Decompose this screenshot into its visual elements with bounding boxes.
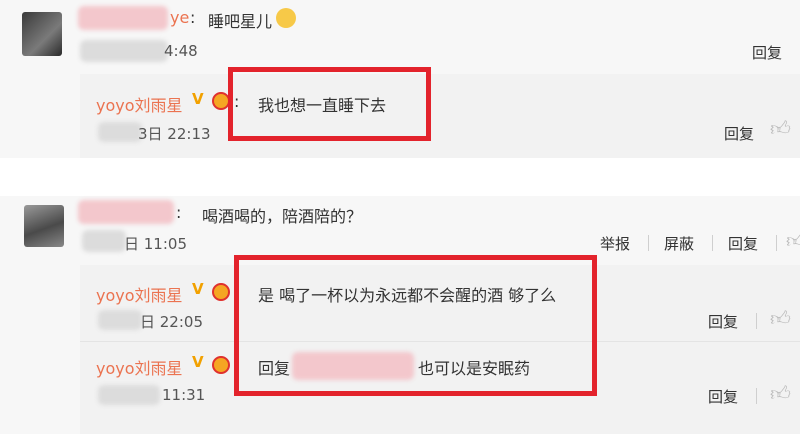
action-divider <box>648 235 649 251</box>
reply-3-time: 11:31 <box>162 386 206 404</box>
vip-badge-icon <box>212 283 230 301</box>
comment-2-text: 喝酒喝的，陪酒陪的？ <box>202 207 363 226</box>
vip-badge-icon <box>212 356 230 374</box>
blurred-date <box>98 385 160 405</box>
commenter-avatar[interactable] <box>22 12 62 56</box>
thumbs-up-icon[interactable]: 👍︎ <box>770 306 791 331</box>
reply-2-time: 日 22:05 <box>140 313 203 331</box>
report-button[interactable]: 举报 <box>600 233 630 254</box>
action-divider <box>756 388 757 404</box>
comment-1-colon: : <box>190 8 196 27</box>
blurred-date <box>82 230 126 252</box>
highlight-box-2 <box>234 255 597 396</box>
highlight-box-1 <box>228 67 431 141</box>
blurred-username <box>78 200 174 224</box>
reply-2-reply-button[interactable]: 回复 <box>708 311 738 332</box>
blurred-username <box>78 6 168 30</box>
action-divider <box>712 235 713 251</box>
reply-1-username[interactable]: yoyo刘雨星 <box>96 92 183 116</box>
verified-v-icon: V <box>192 280 204 298</box>
thumbs-up-icon[interactable]: 👍︎ <box>770 116 791 141</box>
verified-v-icon: V <box>192 353 204 371</box>
comment-1-reply-button[interactable]: 回复 <box>752 42 782 63</box>
reply-3-username[interactable]: yoyo刘雨星 <box>96 355 183 379</box>
commenter-avatar[interactable] <box>24 205 64 247</box>
blurred-date <box>80 40 168 62</box>
action-divider <box>776 235 777 251</box>
blurred-date <box>98 310 142 330</box>
crying-face-emoji-icon <box>276 8 296 28</box>
reply-thread-1 <box>80 74 800 158</box>
reply-2-username[interactable]: yoyo刘雨星 <box>96 282 183 306</box>
comment-2-colon: : <box>176 203 182 222</box>
thumbs-up-icon[interactable]: 👍︎ <box>786 228 800 253</box>
comment-1-username-tail[interactable]: ye <box>170 8 189 27</box>
comment-1-text: 睡吧星儿 <box>208 12 273 31</box>
comment-1-time: 4:48 <box>164 42 198 60</box>
comment-2-reply-button[interactable]: 回复 <box>728 233 758 254</box>
comment-2-time: 日 11:05 <box>124 235 187 253</box>
blurred-date <box>98 122 142 142</box>
reply-1-time: 3日 22:13 <box>138 125 211 143</box>
reply-1-reply-button[interactable]: 回复 <box>724 123 754 144</box>
verified-v-icon: V <box>192 90 204 108</box>
block-button[interactable]: 屏蔽 <box>664 233 694 254</box>
action-divider <box>756 313 757 329</box>
reply-3-reply-button[interactable]: 回复 <box>708 386 738 407</box>
thumbs-up-icon[interactable]: 👍︎ <box>770 381 791 406</box>
